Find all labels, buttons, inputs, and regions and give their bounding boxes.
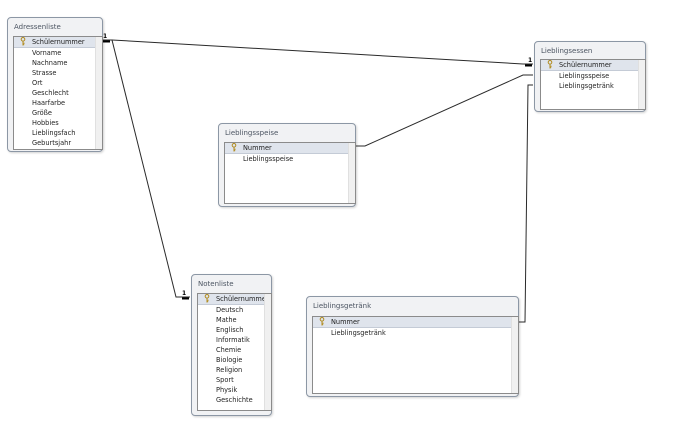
field-row[interactable]: Haarfarbe	[14, 98, 102, 108]
field-label: Nachname	[32, 59, 68, 67]
table-lieblingsessen[interactable]: Lieblingsessen Schülernummer Lieblingsspe…	[534, 41, 646, 112]
field-label: Deutsch	[216, 306, 244, 314]
primary-key-field[interactable]: Nummer	[313, 317, 518, 328]
field-label: Größe	[32, 109, 52, 117]
table-title: Lieblingsgetränk	[313, 302, 372, 310]
table-title: Adressenliste	[14, 23, 61, 31]
field-label: Schülernummer	[216, 295, 269, 303]
table-title: Notenliste	[198, 280, 234, 288]
field-label: Religion	[216, 366, 243, 374]
field-label: Lieblingsgetränk	[331, 329, 386, 337]
field-label: Ort	[32, 79, 43, 87]
field-list: Nummer Lieblingsspeise	[224, 142, 356, 204]
key-icon	[20, 37, 26, 46]
field-row[interactable]: Englisch	[198, 325, 271, 335]
table-lieblingsgetraenk[interactable]: Lieblingsgetränk Nummer Lieblingsgetränk	[306, 296, 519, 397]
field-row[interactable]: Religion	[198, 365, 271, 375]
key-icon	[204, 294, 210, 303]
field-label: Nummer	[331, 318, 360, 326]
field-row[interactable]: Lieblingsgetränk	[313, 328, 518, 338]
field-label: Hobbies	[32, 119, 59, 127]
field-label: Schülernummer	[32, 38, 85, 46]
field-label: Vorname	[32, 49, 62, 57]
scrollbar[interactable]	[348, 143, 355, 203]
field-label: Englisch	[216, 326, 244, 334]
primary-key-field[interactable]: Schülernummer	[541, 60, 645, 71]
scrollbar[interactable]	[95, 37, 102, 149]
field-list: Schülernummer Deutsch Mathe Englisch Informa…	[197, 293, 272, 411]
field-row[interactable]: Physik	[198, 385, 271, 395]
field-label: Sport	[216, 376, 234, 384]
field-label: Informatik	[216, 336, 250, 344]
field-row[interactable]: Mathe	[198, 315, 271, 325]
field-label: Geschichte	[216, 396, 253, 404]
field-row[interactable]: Lieblingsfach	[14, 128, 102, 138]
field-row[interactable]: Ort	[14, 78, 102, 88]
field-label: Lieblingsgetränk	[559, 82, 614, 90]
field-row[interactable]: Nachname	[14, 58, 102, 68]
field-label: Mathe	[216, 316, 237, 324]
field-label: Biologie	[216, 356, 243, 364]
relationship-adressenliste-notenliste[interactable]	[103, 39, 190, 298]
field-label: Lieblingsfach	[32, 129, 76, 137]
relationship-adressenliste-lieblingsessen[interactable]	[103, 39, 533, 65]
field-label: Haarfarbe	[32, 99, 66, 107]
table-title: Lieblingsessen	[541, 47, 593, 55]
scrollbar[interactable]	[264, 294, 271, 410]
key-icon	[547, 60, 553, 69]
field-label: Geburtsjahr	[32, 139, 72, 147]
field-list: Schülernummer Lieblingsspeise Lieblingsget…	[540, 59, 646, 110]
field-row[interactable]: Informatik	[198, 335, 271, 345]
table-notenliste[interactable]: Notenliste Schülernummer Deutsch Mathe Engl…	[191, 274, 272, 416]
field-label: Geschlecht	[32, 89, 69, 97]
field-label: Strasse	[32, 69, 57, 77]
primary-key-field[interactable]: Nummer	[225, 143, 355, 154]
field-row[interactable]: Geschlecht	[14, 88, 102, 98]
field-label: Schülernummer	[559, 61, 612, 69]
field-row[interactable]: Biologie	[198, 355, 271, 365]
scrollbar[interactable]	[511, 317, 518, 393]
relationships-canvas: 1 1 1 Adressenliste Schülernummer Vorname…	[0, 0, 680, 444]
field-row[interactable]: Deutsch	[198, 305, 271, 315]
cardinality-label: 1	[103, 33, 107, 40]
key-icon	[319, 317, 325, 326]
field-row[interactable]: Geburtsjahr	[14, 138, 102, 148]
field-row[interactable]: Geschichte	[198, 395, 271, 405]
field-row[interactable]: Sport	[198, 375, 271, 385]
field-row[interactable]: Lieblingsgetränk	[541, 81, 645, 91]
field-row[interactable]: Strasse	[14, 68, 102, 78]
table-adressenliste[interactable]: Adressenliste Schülernummer Vorname Nachna…	[7, 17, 103, 152]
table-title: Lieblingsspeise	[225, 129, 279, 137]
field-row[interactable]: Größe	[14, 108, 102, 118]
table-lieblingsspeise[interactable]: Lieblingsspeise Nummer Lieblingsspeise	[218, 123, 356, 207]
field-row[interactable]: Lieblingsspeise	[225, 154, 355, 164]
relationship-lieblingsspeise-lieblingsessen[interactable]	[354, 74, 533, 147]
primary-key-field[interactable]: Schülernummer	[14, 37, 102, 48]
cardinality-label: 1	[528, 57, 532, 64]
field-list: Nummer Lieblingsgetränk	[312, 316, 519, 394]
field-label: Physik	[216, 386, 238, 394]
field-row[interactable]: Chemie	[198, 345, 271, 355]
field-row[interactable]: Hobbies	[14, 118, 102, 128]
field-row[interactable]: Lieblingsspeise	[541, 71, 645, 81]
scrollbar[interactable]	[638, 60, 645, 109]
primary-key-field[interactable]: Schülernummer	[198, 294, 271, 305]
field-list: Schülernummer Vorname Nachname Strasse Ort Ge…	[13, 36, 103, 150]
cardinality-label: 1	[182, 290, 186, 297]
field-row[interactable]: Vorname	[14, 48, 102, 58]
relationship-lieblingsgetraenk-lieblingsessen[interactable]	[518, 84, 533, 323]
field-label: Nummer	[243, 144, 272, 152]
key-icon	[231, 143, 237, 152]
field-label: Chemie	[216, 346, 242, 354]
field-label: Lieblingsspeise	[243, 155, 294, 163]
field-label: Lieblingsspeise	[559, 72, 610, 80]
